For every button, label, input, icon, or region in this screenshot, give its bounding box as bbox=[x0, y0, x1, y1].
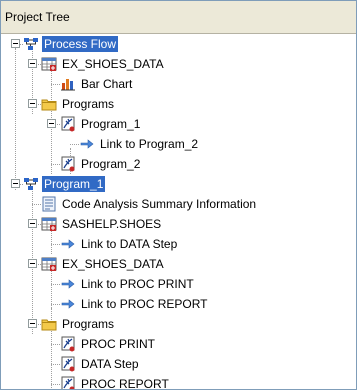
program-icon bbox=[60, 336, 76, 352]
tree-node-label[interactable]: Link to PROC PRINT bbox=[79, 276, 196, 292]
tree-node[interactable]: Link to PROC PRINT bbox=[1, 274, 356, 294]
tree-node-label[interactable]: Link to DATA Step bbox=[79, 236, 179, 252]
program-icon bbox=[60, 356, 76, 372]
collapse-toggle-icon[interactable] bbox=[28, 59, 37, 68]
tree-node[interactable]: EX_SHOES_DATA bbox=[1, 254, 356, 274]
tree-node-label[interactable]: Code Analysis Summary Information bbox=[60, 196, 258, 212]
tree-node-label[interactable]: PROC REPORT bbox=[79, 376, 171, 389]
tree-node-label[interactable]: Program_2 bbox=[79, 156, 142, 172]
collapse-toggle-icon[interactable] bbox=[11, 179, 20, 188]
project-tree[interactable]: Process Flow EX_SHOES_DATA Bar Chart Progra… bbox=[1, 34, 356, 389]
tree-node-label[interactable]: Bar Chart bbox=[79, 76, 134, 92]
link-arrow-icon bbox=[60, 296, 76, 312]
tree-node[interactable]: Link to Program_2 bbox=[1, 134, 356, 154]
folder-icon bbox=[41, 96, 57, 112]
tree-connector bbox=[51, 84, 60, 85]
collapse-toggle-icon[interactable] bbox=[28, 99, 37, 108]
tree-node[interactable]: EX_SHOES_DATA bbox=[1, 54, 356, 74]
bar-chart-icon bbox=[60, 76, 76, 92]
tree-node-label[interactable]: Process Flow bbox=[42, 36, 119, 52]
tree-node[interactable]: Code Analysis Summary Information bbox=[1, 194, 356, 214]
collapse-toggle-icon[interactable] bbox=[28, 319, 37, 328]
project-tree-panel: Project Tree Process Flow EX_SHOES_DATA Ba… bbox=[0, 0, 357, 390]
tree-node-label[interactable]: Program_1 bbox=[42, 176, 106, 192]
tree-node-label[interactable]: Programs bbox=[60, 96, 116, 112]
panel-title-bar: Project Tree bbox=[1, 1, 356, 34]
panel-title: Project Tree bbox=[5, 10, 70, 24]
tree-node-label[interactable]: Link to Program_2 bbox=[98, 136, 200, 152]
program-icon bbox=[60, 156, 76, 172]
data-table-icon bbox=[41, 56, 57, 72]
tree-connector bbox=[51, 344, 60, 345]
process-flow-icon bbox=[23, 176, 39, 192]
tree-node[interactable]: Programs bbox=[1, 314, 356, 334]
collapse-toggle-icon[interactable] bbox=[11, 39, 20, 48]
collapse-toggle-icon[interactable] bbox=[47, 119, 56, 128]
tree-node[interactable]: DATA Step bbox=[1, 354, 356, 374]
tree-node-label[interactable]: EX_SHOES_DATA bbox=[60, 256, 166, 272]
link-arrow-icon bbox=[60, 236, 76, 252]
tree-node[interactable]: Bar Chart bbox=[1, 74, 356, 94]
program-icon bbox=[60, 116, 76, 132]
tree-connector bbox=[51, 364, 60, 365]
tree-connector bbox=[32, 204, 41, 205]
tree-node[interactable]: Program_2 bbox=[1, 154, 356, 174]
document-icon bbox=[41, 196, 57, 212]
tree-node[interactable]: Link to DATA Step bbox=[1, 234, 356, 254]
tree-node-label[interactable]: SASHELP.SHOES bbox=[60, 216, 163, 232]
tree-node-label[interactable]: EX_SHOES_DATA bbox=[60, 56, 166, 72]
data-table-icon bbox=[41, 216, 57, 232]
link-arrow-icon bbox=[79, 136, 95, 152]
link-arrow-icon bbox=[60, 276, 76, 292]
tree-connector bbox=[70, 144, 79, 145]
tree-connector bbox=[51, 164, 60, 165]
tree-node-label[interactable]: Programs bbox=[60, 316, 116, 332]
program-icon bbox=[60, 376, 76, 389]
process-flow-icon bbox=[23, 36, 39, 52]
tree-node[interactable]: Program_1 bbox=[1, 114, 356, 134]
tree-connector bbox=[51, 384, 60, 385]
data-table-icon bbox=[41, 256, 57, 272]
tree-node[interactable]: PROC PRINT bbox=[1, 334, 356, 354]
tree-node-label[interactable]: PROC PRINT bbox=[79, 336, 157, 352]
tree-connector bbox=[51, 244, 60, 245]
tree-node[interactable]: Link to PROC REPORT bbox=[1, 294, 356, 314]
tree-node-label[interactable]: DATA Step bbox=[79, 356, 141, 372]
tree-connector bbox=[51, 284, 60, 285]
collapse-toggle-icon[interactable] bbox=[28, 219, 37, 228]
tree-connector bbox=[51, 304, 60, 305]
tree-node-label[interactable]: Link to PROC REPORT bbox=[79, 296, 209, 312]
tree-node-label[interactable]: Program_1 bbox=[79, 116, 142, 132]
folder-icon bbox=[41, 316, 57, 332]
tree-node[interactable]: Process Flow bbox=[1, 34, 356, 54]
tree-node[interactable]: SASHELP.SHOES bbox=[1, 214, 356, 234]
collapse-toggle-icon[interactable] bbox=[28, 259, 37, 268]
tree-node[interactable]: Programs bbox=[1, 94, 356, 114]
tree-node[interactable]: Program_1 bbox=[1, 174, 356, 194]
tree-node[interactable]: PROC REPORT bbox=[1, 374, 356, 389]
